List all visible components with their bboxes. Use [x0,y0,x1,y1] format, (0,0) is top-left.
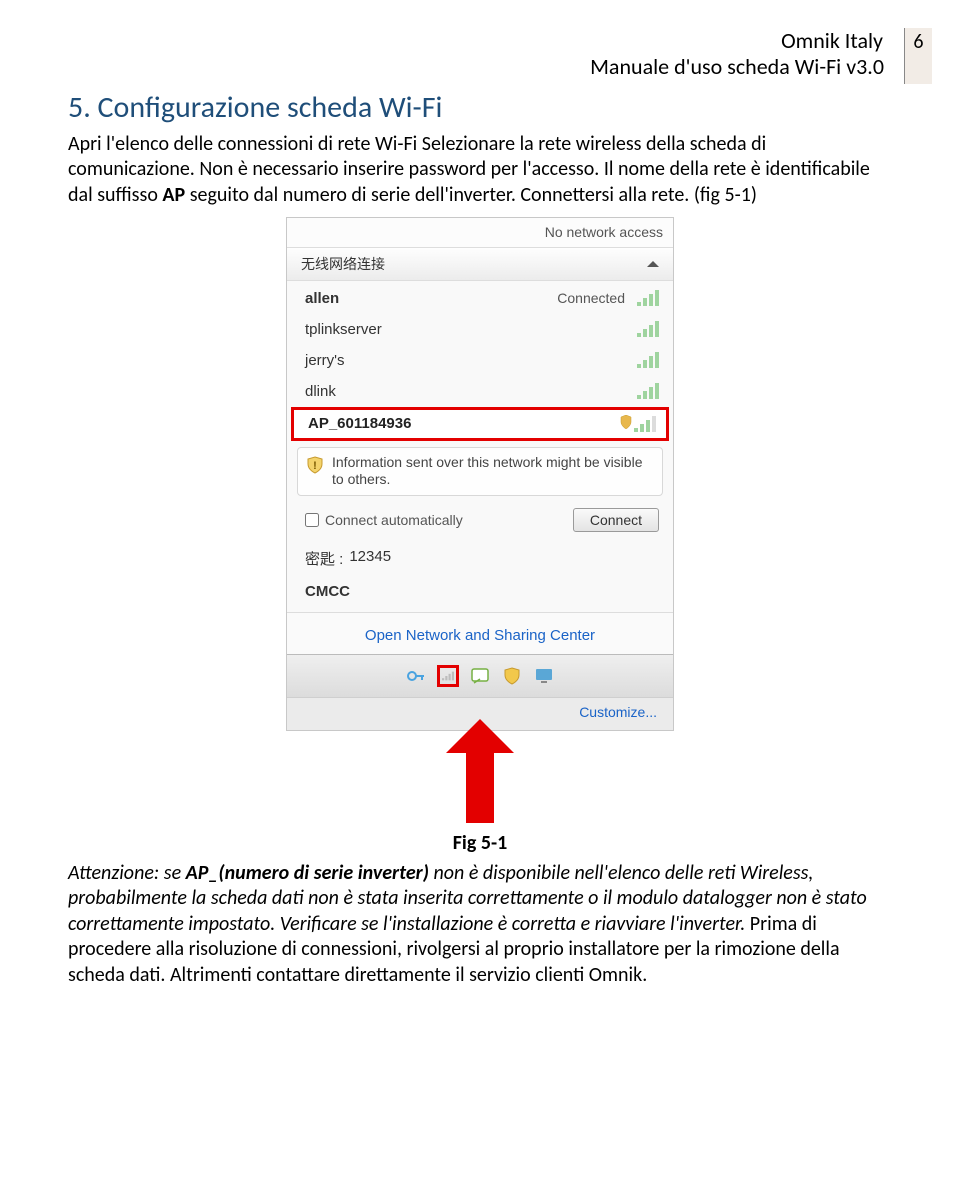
wifi-item-allen[interactable]: allen Connected [287,283,673,314]
warning-paragraph: Attenzione: se AP_(numero di serie inver… [68,861,892,989]
wifi-item-cmcc[interactable]: CMCC [287,575,673,610]
shield-icon [620,415,632,433]
system-tray [287,654,673,697]
wifi-tray-icon[interactable] [437,665,459,687]
wifi-network-list: allen Connected tplinkserver jerry's dli… [287,281,673,612]
page-header: Omnik Italy Manuale d'uso scheda Wi-Fi v… [522,28,892,81]
warn-lead: Attenzione: se [68,861,186,885]
signal-icon [637,290,659,306]
warn-bold: AP_(numero di serie inverter) [186,861,429,885]
wifi-status: Connected [557,290,625,306]
intro-paragraph: Apri l'elenco delle connessioni di rete … [68,132,892,209]
intro-bold: AP [162,183,185,207]
wifi-item-jerrys[interactable]: jerry's [287,345,673,376]
wireless-header-label: 无线网络连接 [301,254,385,274]
wifi-name: tplinkserver [305,321,382,338]
open-network-warning: ! Information sent over this network mig… [297,447,663,496]
connect-button[interactable]: Connect [573,508,659,532]
intro-text-2: seguito dal numero di serie dell'inverte… [185,183,757,207]
wifi-name: dlink [305,383,336,400]
signal-icon [637,352,659,368]
action-center-icon[interactable] [469,665,491,687]
signal-icon [637,383,659,399]
highlighted-ap-row: AP_601184936 [291,407,669,441]
key-icon[interactable] [405,665,427,687]
wifi-item-ap[interactable]: AP_601184936 [294,410,666,438]
key-value: 12345 [349,548,391,569]
open-network-center-link[interactable]: Open Network and Sharing Center [287,612,673,654]
auto-connect-checkbox-label[interactable]: Connect automatically [305,512,463,528]
figure-label: Fig 5-1 [68,831,892,855]
red-arrow-annotation [450,725,510,823]
monitor-icon[interactable] [533,665,555,687]
section-heading: 5. Configurazione scheda Wi-Fi [68,81,892,126]
chevron-up-icon [647,261,659,267]
auto-connect-checkbox[interactable] [305,513,319,527]
wifi-item-dlink[interactable]: dlink [287,376,673,407]
wifi-popup-window: No network access 无线网络连接 allen Connected… [286,217,674,731]
page-number: 6 [913,30,923,54]
wifi-name: AP_601184936 [308,415,411,432]
wifi-name: jerry's [305,352,345,369]
auto-connect-text: Connect automatically [325,512,463,528]
figure-5-1: No network access 无线网络连接 allen Connected… [286,217,674,823]
warning-shield-icon: ! [306,456,324,474]
warning-text: Information sent over this network might… [332,454,642,488]
wifi-name: allen [305,290,339,307]
wifi-item-tplinkserver[interactable]: tplinkserver [287,314,673,345]
brand-text: Omnik Italy [522,28,892,54]
key-label: 密匙 : [305,548,343,569]
signal-icon [634,416,656,432]
subtitle-text: Manuale d'uso scheda Wi-Fi v3.0 [522,54,892,80]
connect-controls-row: Connect automatically Connect [287,502,673,542]
security-shield-icon[interactable] [501,665,523,687]
page-number-badge: 6 [904,28,932,84]
network-key-row: 密匙 : 12345 [287,542,673,575]
svg-text:!: ! [313,460,317,472]
network-access-status: No network access [287,218,673,248]
wireless-section-header[interactable]: 无线网络连接 [287,248,673,281]
signal-icon [637,321,659,337]
